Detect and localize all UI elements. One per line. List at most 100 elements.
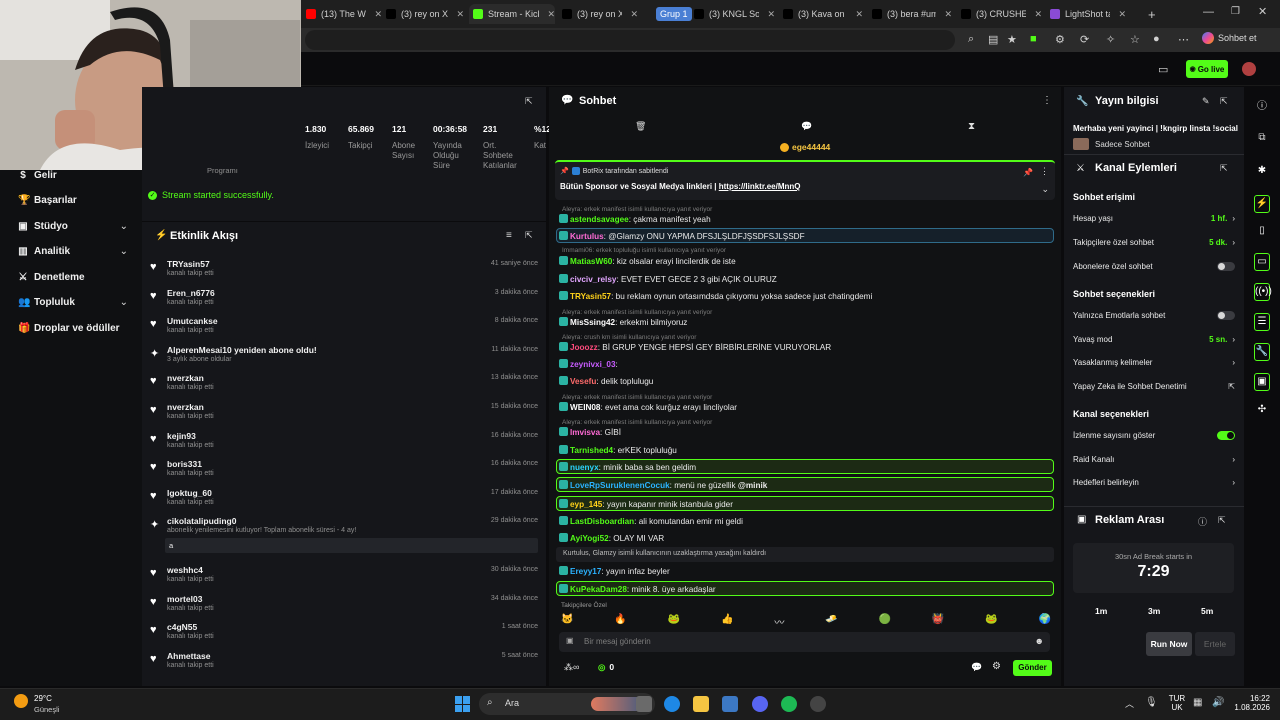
sidebar-item[interactable]: $ Gelir xyxy=(18,170,57,181)
ad-duration-option[interactable]: 5m xyxy=(1201,606,1213,616)
chat-message[interactable]: eyp_145: yayın kapanır minik istanbula g… xyxy=(559,499,733,509)
tab[interactable]: Stream - Kick ✕ xyxy=(469,4,555,24)
sidebar-item[interactable]: ▣ Stüdyo xyxy=(18,221,68,232)
task-view-icon[interactable] xyxy=(636,696,652,712)
setting-row[interactable]: Takipçilere özel sohbet 5 dk. › xyxy=(1073,238,1235,247)
chat-username[interactable]: TRYasin57 xyxy=(570,292,611,301)
chat-message[interactable]: Ereyy17: yayın infaz beyler xyxy=(559,566,670,576)
close-icon[interactable]: ✕ xyxy=(855,9,863,20)
setting-row[interactable]: Yavaş mod 5 sn. › xyxy=(1073,335,1235,344)
file-explorer-icon[interactable] xyxy=(693,696,709,712)
tab[interactable]: (3) rey on X: " ✕ xyxy=(558,4,638,24)
mail-icon[interactable]: ▭ xyxy=(1158,63,1168,76)
setting-row[interactable]: İzlenme sayısını göster xyxy=(1073,431,1235,440)
reply-context[interactable]: Aleyra: erkek manifest isimli kullanıcıy… xyxy=(562,206,712,213)
popout-icon[interactable]: ⇱ xyxy=(525,230,533,241)
language-indicator[interactable]: TUR UK xyxy=(1167,694,1187,712)
emote-icon[interactable]: 🐱 xyxy=(561,614,573,628)
emote-icon[interactable]: 〰 xyxy=(774,614,784,629)
info-icon[interactable]: ⓘ xyxy=(1254,97,1270,112)
chat-message[interactable]: WEIN08: evet ama cok kurğuz erayı lincli… xyxy=(559,402,737,412)
chat-message[interactable]: Tarnished4: erKEK topluluğu xyxy=(559,445,677,455)
emote-icon[interactable]: 🌍 xyxy=(1039,614,1051,628)
app-icon[interactable] xyxy=(722,696,738,712)
chevron-up-icon[interactable]: ︿ xyxy=(1125,697,1134,710)
close-icon[interactable]: ✕ xyxy=(944,9,952,20)
trash-icon[interactable]: 🗑 xyxy=(635,121,646,132)
mic-icon[interactable]: 🎙 xyxy=(1145,697,1158,708)
zoom-icon[interactable]: ⌕ xyxy=(968,33,974,46)
weather-sun-icon[interactable] xyxy=(14,694,28,708)
setting-row[interactable]: Hesap yaşı 1 hf. › xyxy=(1073,214,1235,223)
edge-icon[interactable] xyxy=(664,696,680,712)
reply-context[interactable]: Aleyra: crush km isimli kullanıcıya yanı… xyxy=(562,334,696,341)
setting-row[interactable]: Yasaklanmış kelimeler › xyxy=(1073,358,1235,367)
send-button[interactable]: Gönder xyxy=(1013,660,1052,676)
spotify-icon[interactable] xyxy=(781,696,797,712)
new-tab-button[interactable]: + xyxy=(1148,7,1156,22)
setting-row[interactable]: Abonelere özel sohbet xyxy=(1073,262,1235,271)
chat-message[interactable]: AyiYogi52: OLAY MI VAR xyxy=(559,533,664,543)
sidebar-item[interactable]: ▥ Analitik xyxy=(18,246,70,257)
profile-avatar-icon[interactable]: ● xyxy=(1153,33,1160,45)
chat-message[interactable]: zeynivxi_03: xyxy=(559,359,618,369)
chat-message[interactable]: LastDisboardian: ali komutandan emir mi … xyxy=(559,516,743,526)
chat-username[interactable]: Tarnished4 xyxy=(570,446,613,455)
chat-mention[interactable]: @minik xyxy=(738,481,767,490)
emote-icon[interactable]: 🐸 xyxy=(668,614,680,628)
broadcast-icon[interactable]: ((•)) xyxy=(1254,283,1272,301)
channel-points[interactable]: ◎ 0 xyxy=(598,662,614,673)
grid-icon[interactable]: ✣ xyxy=(1254,404,1270,415)
favorites-icon[interactable]: ☆ xyxy=(1130,33,1140,46)
chevron-down-icon[interactable]: ⌄ xyxy=(120,246,128,257)
gear-icon[interactable]: ⚙ xyxy=(992,661,1001,672)
emoji-icon[interactable]: ☻ xyxy=(1035,636,1044,646)
discord-icon[interactable] xyxy=(752,696,768,712)
tab[interactable]: (3) Kava on X: ✕ xyxy=(779,4,863,24)
chat-message[interactable]: MisSsing42: erkekmi bilmiyoruz xyxy=(559,317,687,327)
tv-icon[interactable]: ▣ xyxy=(1254,373,1270,391)
chat-username[interactable]: AyiYogi52 xyxy=(570,534,609,543)
tab[interactable]: LightShot tara ✕ xyxy=(1046,4,1126,24)
chat-message[interactable]: nuenyx: minik baba sa ben geldim xyxy=(559,462,696,472)
close-icon[interactable]: ✕ xyxy=(456,9,464,20)
chat-message[interactable]: TRYasin57: bu reklam oynun ortasımdsda ç… xyxy=(559,291,872,301)
reply-context[interactable]: Aleyra: erkek manifest isimli kullanıcıy… xyxy=(562,394,712,401)
chat-username[interactable]: WEIN08 xyxy=(570,403,600,412)
emote-icon[interactable]: 👹 xyxy=(932,614,944,628)
toggle-switch[interactable] xyxy=(1217,311,1235,320)
list-icon[interactable]: ☰ xyxy=(1254,313,1270,331)
tab[interactable]: (13) The Weel ✕ xyxy=(302,4,382,24)
tab[interactable]: (3) KNGL Soci ✕ xyxy=(690,4,775,24)
url-field[interactable] xyxy=(305,30,955,50)
toggle-switch[interactable] xyxy=(1217,431,1235,440)
chat-message[interactable]: Kurtulus: @Glamzy ONU YAPMA DFSJLŞLDFJŞS… xyxy=(559,231,805,241)
hourglass-icon[interactable]: ⧗ xyxy=(968,121,975,132)
popout-icon[interactable]: ⇱ xyxy=(1220,163,1228,174)
sidebar-item[interactable]: 🎁 Droplar ve ödüller xyxy=(18,323,120,334)
pinned-link[interactable]: https://linktr.ee/MnnQ xyxy=(719,182,801,191)
copilot-button[interactable]: Sohbet et xyxy=(1202,32,1257,44)
run-now-button[interactable]: Run Now xyxy=(1146,632,1192,656)
chevron-down-icon[interactable]: ⌄ xyxy=(120,297,128,308)
chat-bubble-icon[interactable]: 💬 xyxy=(971,662,982,673)
obs-icon[interactable] xyxy=(810,696,826,712)
bookmark-star-icon[interactable]: ★ xyxy=(1007,33,1017,46)
chat-menu-icon[interactable]: ⋮ xyxy=(1042,95,1052,106)
popout-icon[interactable]: ⇱ xyxy=(1218,515,1226,526)
chat-username[interactable]: MatiasW60 xyxy=(570,257,612,266)
close-icon[interactable]: ✕ xyxy=(767,9,775,20)
close-icon[interactable]: ✕ xyxy=(547,9,555,20)
link-icon[interactable]: ⧉ xyxy=(1254,132,1270,143)
taskbar-search[interactable]: ⌕ Ara xyxy=(479,693,655,715)
weather-temp[interactable]: 29°C xyxy=(34,694,52,703)
setting-row[interactable]: Raid Kanalı › xyxy=(1073,455,1235,464)
chat-username[interactable]: KuPekaDam28 xyxy=(570,585,627,594)
emote-icon[interactable]: 🟢 xyxy=(879,614,891,628)
filter-icon[interactable]: ≡ xyxy=(506,230,512,241)
clipboard-icon[interactable]: ▯ xyxy=(1254,225,1270,236)
lightning-icon[interactable]: ⚡ xyxy=(1254,195,1270,213)
wrench-icon[interactable]: 🔧 xyxy=(1254,343,1270,361)
unpin-icon[interactable]: 📌 xyxy=(1023,168,1033,177)
reply-context[interactable]: Immami06: erkek topluluğu isimli kullanı… xyxy=(562,247,726,254)
